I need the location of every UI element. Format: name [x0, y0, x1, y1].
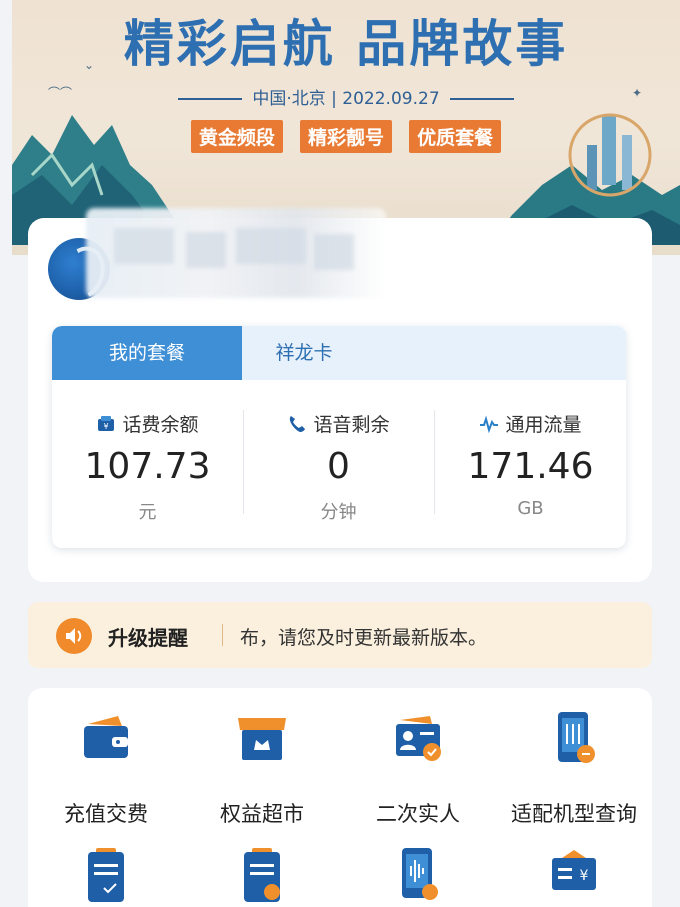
store-icon — [238, 718, 286, 760]
services-grid: 充值交费 权益超市 二次实人 适配机型查询 ¥ — [28, 688, 652, 907]
svg-text:¥: ¥ — [580, 868, 589, 884]
voice-value: 0 — [327, 446, 350, 487]
stat-voice[interactable]: 语音剩余 0 分钟 — [243, 380, 434, 548]
data-unit: GB — [517, 498, 544, 519]
service-label: 适配机型查询 — [511, 802, 637, 826]
service-item[interactable] — [340, 846, 496, 906]
stat-label: 语音剩余 — [243, 410, 434, 437]
package-panel: 我的套餐 祥龙卡 ¥ 话费余额 107.73 元 语音剩余 0 分钟 通用流量 … — [52, 326, 626, 548]
package-stats: ¥ 话费余额 107.73 元 语音剩余 0 分钟 通用流量 171.46 GB — [52, 380, 626, 548]
clipboard-month-icon — [244, 848, 280, 902]
service-label: 充值交费 — [64, 802, 148, 826]
service-item[interactable] — [184, 846, 340, 906]
service-label: 权益超市 — [220, 802, 304, 826]
phone-voice-icon — [402, 848, 438, 900]
service-rights-market[interactable]: 权益超市 — [184, 710, 340, 830]
service-item[interactable]: ¥ — [496, 846, 652, 906]
banner-title: 精彩启航 品牌故事 — [123, 15, 569, 73]
upgrade-notice[interactable]: 升级提醒 布，请您及时更新最新版本。 — [28, 602, 652, 668]
service-recharge[interactable]: 充值交费 — [28, 710, 184, 830]
bill-icon: ¥ — [552, 850, 596, 890]
clipboard-check-icon — [88, 848, 124, 902]
stat-balance[interactable]: ¥ 话费余额 107.73 元 — [52, 380, 243, 548]
blurred-user-info — [86, 208, 386, 298]
id-card-icon — [396, 716, 441, 761]
tab-my-package[interactable]: 我的套餐 — [52, 326, 242, 380]
tab-xianglong-card[interactable]: 祥龙卡 — [242, 326, 366, 380]
stat-label: ¥ 话费余额 — [52, 410, 243, 437]
service-device-query[interactable]: 适配机型查询 — [496, 710, 652, 830]
wallet-icon: ¥ — [98, 416, 115, 431]
phone-icon — [290, 416, 306, 432]
package-tabs: 我的套餐 祥龙卡 — [52, 326, 626, 380]
signal-icon — [480, 415, 499, 434]
notice-separator — [222, 624, 223, 646]
user-card: 我的套餐 祥龙卡 ¥ 话费余额 107.73 元 语音剩余 0 分钟 通用流量 … — [28, 208, 652, 582]
balance-unit: 元 — [138, 502, 157, 523]
bird-icon: ⌄ — [84, 58, 95, 72]
service-reverify[interactable]: 二次实人 — [340, 710, 496, 830]
svg-text:¥: ¥ — [104, 422, 109, 431]
wallet-icon — [84, 716, 128, 758]
phone-settings-icon — [558, 712, 595, 763]
stat-data[interactable]: 通用流量 171.46 GB — [435, 380, 626, 548]
notice-title: 升级提醒 — [108, 626, 188, 650]
stat-label: 通用流量 — [435, 410, 626, 437]
balance-value: 107.73 — [84, 446, 211, 487]
service-label: 二次实人 — [376, 802, 460, 826]
service-item[interactable] — [28, 846, 184, 906]
data-value: 171.46 — [467, 446, 594, 487]
voice-unit: 分钟 — [320, 502, 357, 523]
notice-message: 布，请您及时更新最新版本。 — [240, 627, 488, 649]
speaker-icon — [56, 618, 92, 654]
